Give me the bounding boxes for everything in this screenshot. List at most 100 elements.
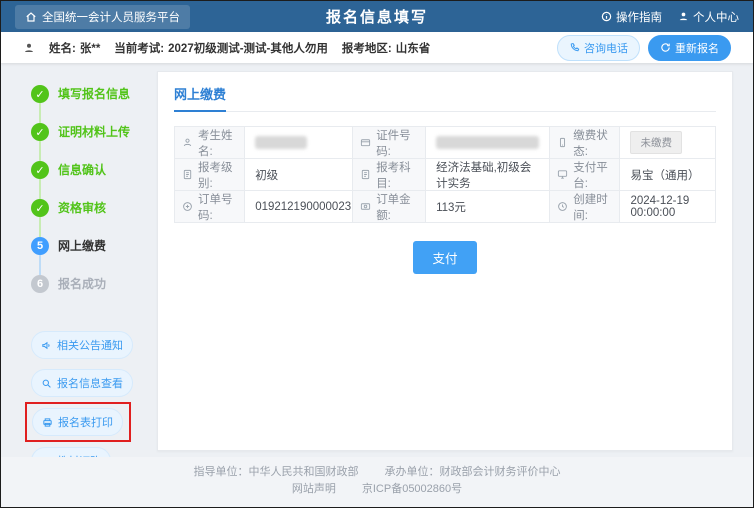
document-icon (360, 169, 371, 180)
exam-level-value-cell: 初级 (245, 159, 353, 190)
step-label: 信息确认 (58, 163, 106, 177)
payment-status-value-cell: 未缴费 (620, 127, 715, 158)
progress-steps: 填写报名信息 证明材料上传 信息确认 资格审核 5 网上缴费 (31, 85, 149, 313)
pay-button-row: 支付 (174, 241, 716, 274)
app-window: 全国统一会计人员服务平台 报名信息填写 操作指南 个人中心 (0, 0, 754, 508)
id-number-value-cell (426, 127, 550, 158)
user-icon (678, 11, 689, 22)
money-icon (360, 201, 371, 212)
masked-value (436, 136, 539, 149)
field-value: 019212190000023 (255, 201, 351, 213)
step-number-badge: 5 (31, 237, 49, 255)
phone-icon (569, 42, 580, 53)
masked-value (255, 136, 307, 149)
field-label: 订单号码: (198, 191, 237, 222)
field-value: 易宝（通用） (630, 167, 699, 183)
order-number-value-cell: 019212190000023 (245, 191, 353, 222)
payment-platform-label-cell: 支付平台: (550, 159, 620, 190)
top-header: 全国统一会计人员服务平台 报名信息填写 操作指南 个人中心 (1, 1, 753, 32)
current-exam-value: 2027初级测试-测试-其他人勿用 (168, 40, 328, 56)
check-icon (31, 161, 49, 179)
guide-unit-text: 指导单位：中华人民共和国财政部 (194, 466, 359, 478)
sidebar-actions: 相关公告通知 报名信息查看 报名表打印 (31, 331, 149, 457)
user-icon (182, 137, 193, 148)
check-icon (31, 199, 49, 217)
host-unit-text: 承办单位：财政部会计财务评价中心 (385, 466, 561, 478)
exam-subjects-value-cell: 经济法基础,初级会计实务 (426, 159, 550, 190)
monitor-icon (557, 169, 568, 180)
announcements-button[interactable]: 相关公告通知 (31, 331, 133, 359)
info-icon (601, 11, 612, 22)
step-label: 证明材料上传 (58, 125, 130, 139)
exam-subjects-label-cell: 报考科目: (353, 159, 426, 190)
order-number-label-cell: 订单号码: (175, 191, 245, 222)
name-label: 姓名: (49, 40, 76, 56)
consult-phone-label: 咨询电话 (584, 40, 628, 56)
step-label: 资格审核 (58, 201, 106, 215)
site-statement-link[interactable]: 网站声明 (292, 483, 336, 495)
home-icon (25, 11, 37, 23)
page-title: 报名信息填写 (235, 6, 519, 27)
field-label: 报考级别: (198, 159, 237, 190)
payment-platform-value-cell: 易宝（通用） (620, 159, 715, 190)
step-qualification-review: 资格审核 (31, 199, 149, 237)
printer-icon (42, 417, 53, 428)
pay-button[interactable]: 支付 (413, 241, 476, 274)
field-label: 缴费状态: (573, 127, 612, 158)
print-registration-form-button[interactable]: 报名表打印 (32, 408, 123, 436)
panel-title-row: 网上缴费 (174, 84, 716, 112)
create-time-value-cell: 2024-12-19 00:00:00 (620, 191, 715, 222)
region-label: 报考地区: (342, 40, 392, 56)
page-footer: 指导单位：中华人民共和国财政部 承办单位：财政部会计财务评价中心 网站声明 京ICP… (1, 457, 753, 507)
exam-level-label-cell: 报考级别: (175, 159, 245, 190)
header-right: 操作指南 个人中心 (519, 9, 739, 25)
table-row: 订单号码: 019212190000023 订单金额: 113元 (175, 191, 715, 223)
user-summary: 姓名: 张** 当前考试: 2027初级测试-测试-其他人勿用 报考地区: 山东… (23, 40, 430, 56)
personal-center-link[interactable]: 个人中心 (678, 9, 739, 25)
step-label: 网上缴费 (58, 239, 106, 253)
step-online-payment: 5 网上缴费 (31, 237, 149, 275)
refresh-icon (660, 42, 671, 53)
consult-phone-button[interactable]: 咨询电话 (557, 35, 640, 61)
field-label: 订单金额: (376, 191, 418, 222)
view-registration-info-button[interactable]: 报名信息查看 (31, 369, 133, 397)
panel-title: 网上缴费 (174, 84, 226, 112)
personal-center-label: 个人中心 (693, 9, 739, 25)
platform-home-button[interactable]: 全国统一会计人员服务平台 (15, 5, 190, 29)
sidebar: 填写报名信息 证明材料上传 信息确认 资格审核 5 网上缴费 (31, 71, 149, 451)
field-value: 初级 (255, 167, 278, 183)
print-registration-form-label: 报名表打印 (58, 414, 113, 430)
check-icon (31, 85, 49, 103)
view-registration-info-label: 报名信息查看 (57, 375, 123, 391)
step-upload-materials: 证明材料上传 (31, 123, 149, 161)
name-value: 张** (80, 40, 100, 56)
current-exam-label: 当前考试: (114, 40, 164, 56)
footer-units: 指导单位：中华人民共和国财政部 承办单位：财政部会计财务评价中心 (1, 464, 753, 481)
user-info-bar: 姓名: 张** 当前考试: 2027初级测试-测试-其他人勿用 报考地区: 山东… (1, 32, 753, 63)
clock-icon (557, 201, 568, 212)
re-register-button[interactable]: 重新报名 (648, 35, 731, 61)
candidate-name-value-cell (245, 127, 353, 158)
field-value: 2024-12-19 00:00:00 (630, 195, 705, 219)
create-time-label-cell: 创建时间: (550, 191, 620, 222)
re-register-label: 重新报名 (675, 40, 719, 56)
table-row: 报考级别: 初级 报考科目: 经济法基础,初级会计实务 (175, 159, 715, 191)
platform-home-label: 全国统一会计人员服务平台 (42, 9, 180, 25)
step-label: 报名成功 (58, 277, 106, 291)
mobile-icon (557, 137, 568, 148)
search-icon (41, 378, 52, 389)
step-registration-success: 6 报名成功 (31, 275, 149, 313)
step-number-badge: 6 (31, 275, 49, 293)
textbook-order-button[interactable]: 教材订购 (31, 447, 111, 457)
step-label: 填写报名信息 (58, 87, 130, 101)
user-icon (23, 42, 35, 54)
field-label: 支付平台: (573, 159, 612, 190)
operation-guide-label: 操作指南 (616, 9, 662, 25)
field-value: 113元 (436, 199, 466, 215)
check-icon (31, 123, 49, 141)
announcements-label: 相关公告通知 (57, 337, 123, 353)
operation-guide-link[interactable]: 操作指南 (601, 9, 662, 25)
field-label: 考生姓名: (198, 127, 237, 158)
header-left: 全国统一会计人员服务平台 (15, 5, 235, 29)
icp-link[interactable]: 京ICP备05002860号 (362, 483, 462, 495)
